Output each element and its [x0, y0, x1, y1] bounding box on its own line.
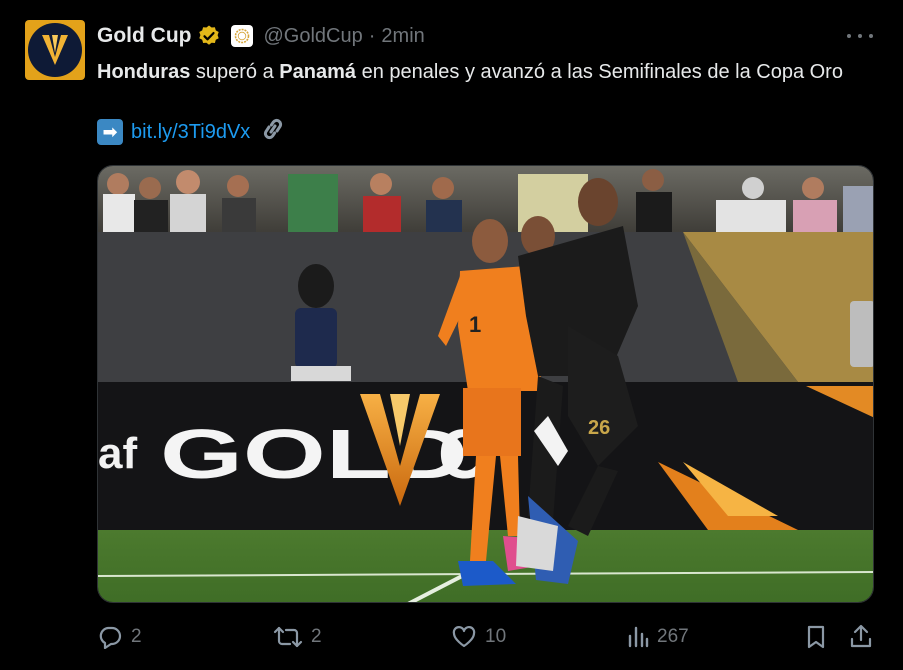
tweet-photo[interactable]: af GOLD C 1 — [97, 165, 874, 603]
bookmark-button[interactable] — [805, 620, 827, 654]
views-chart-icon — [628, 626, 649, 648]
account-handle[interactable]: @GoldCup — [263, 25, 362, 48]
repost-count: 2 — [311, 626, 322, 647]
tweet-link[interactable]: bit.ly/3Ti9dVx — [131, 121, 250, 144]
reply-button[interactable]: 2 — [97, 620, 142, 654]
gold-cup-logo — [28, 23, 82, 77]
link-chain-icon — [258, 116, 288, 148]
action-bar: 2 2 10 267 — [97, 620, 877, 654]
tweet-header: Gold Cup @GoldCup · 2min — [97, 22, 425, 50]
text-part: superó a — [190, 61, 280, 83]
more-options-icon[interactable] — [847, 24, 873, 48]
right-arrow-icon: ➡ — [97, 119, 123, 145]
team-panama: Panamá — [279, 61, 357, 83]
tweet-text: Honduras superó a Panamá en penales y av… — [97, 58, 857, 87]
text-part: en penales y avanzó a las Semifinales de… — [356, 61, 843, 83]
like-button[interactable]: 10 — [451, 620, 506, 654]
separator-dot: · — [368, 24, 376, 47]
bookmark-icon — [807, 625, 825, 649]
repost-button[interactable]: 2 — [273, 620, 322, 654]
like-count: 10 — [485, 626, 507, 647]
link-line: ➡ bit.ly/3Ti9dVx — [97, 118, 288, 146]
avatar[interactable] — [25, 20, 85, 80]
view-count: 267 — [657, 626, 689, 647]
tweet: Gold Cup @GoldCup · 2min Honduras superó… — [0, 0, 903, 670]
keeper-number: 1 — [469, 312, 481, 337]
views-button[interactable]: 267 — [627, 620, 689, 654]
player-number: 26 — [588, 417, 610, 439]
reply-count: 2 — [131, 626, 142, 647]
share-icon — [850, 624, 872, 648]
affiliate-badge-icon[interactable] — [231, 25, 254, 47]
team-honduras: Honduras — [97, 61, 191, 83]
reply-icon — [99, 626, 122, 649]
share-button[interactable] — [849, 620, 873, 654]
repost-icon — [273, 626, 303, 648]
verified-badge-icon[interactable] — [197, 24, 221, 48]
heart-icon — [452, 626, 476, 648]
board-prefix-text: af — [98, 429, 137, 478]
timestamp[interactable]: 2min — [381, 25, 424, 48]
account-name[interactable]: Gold Cup — [97, 24, 191, 48]
